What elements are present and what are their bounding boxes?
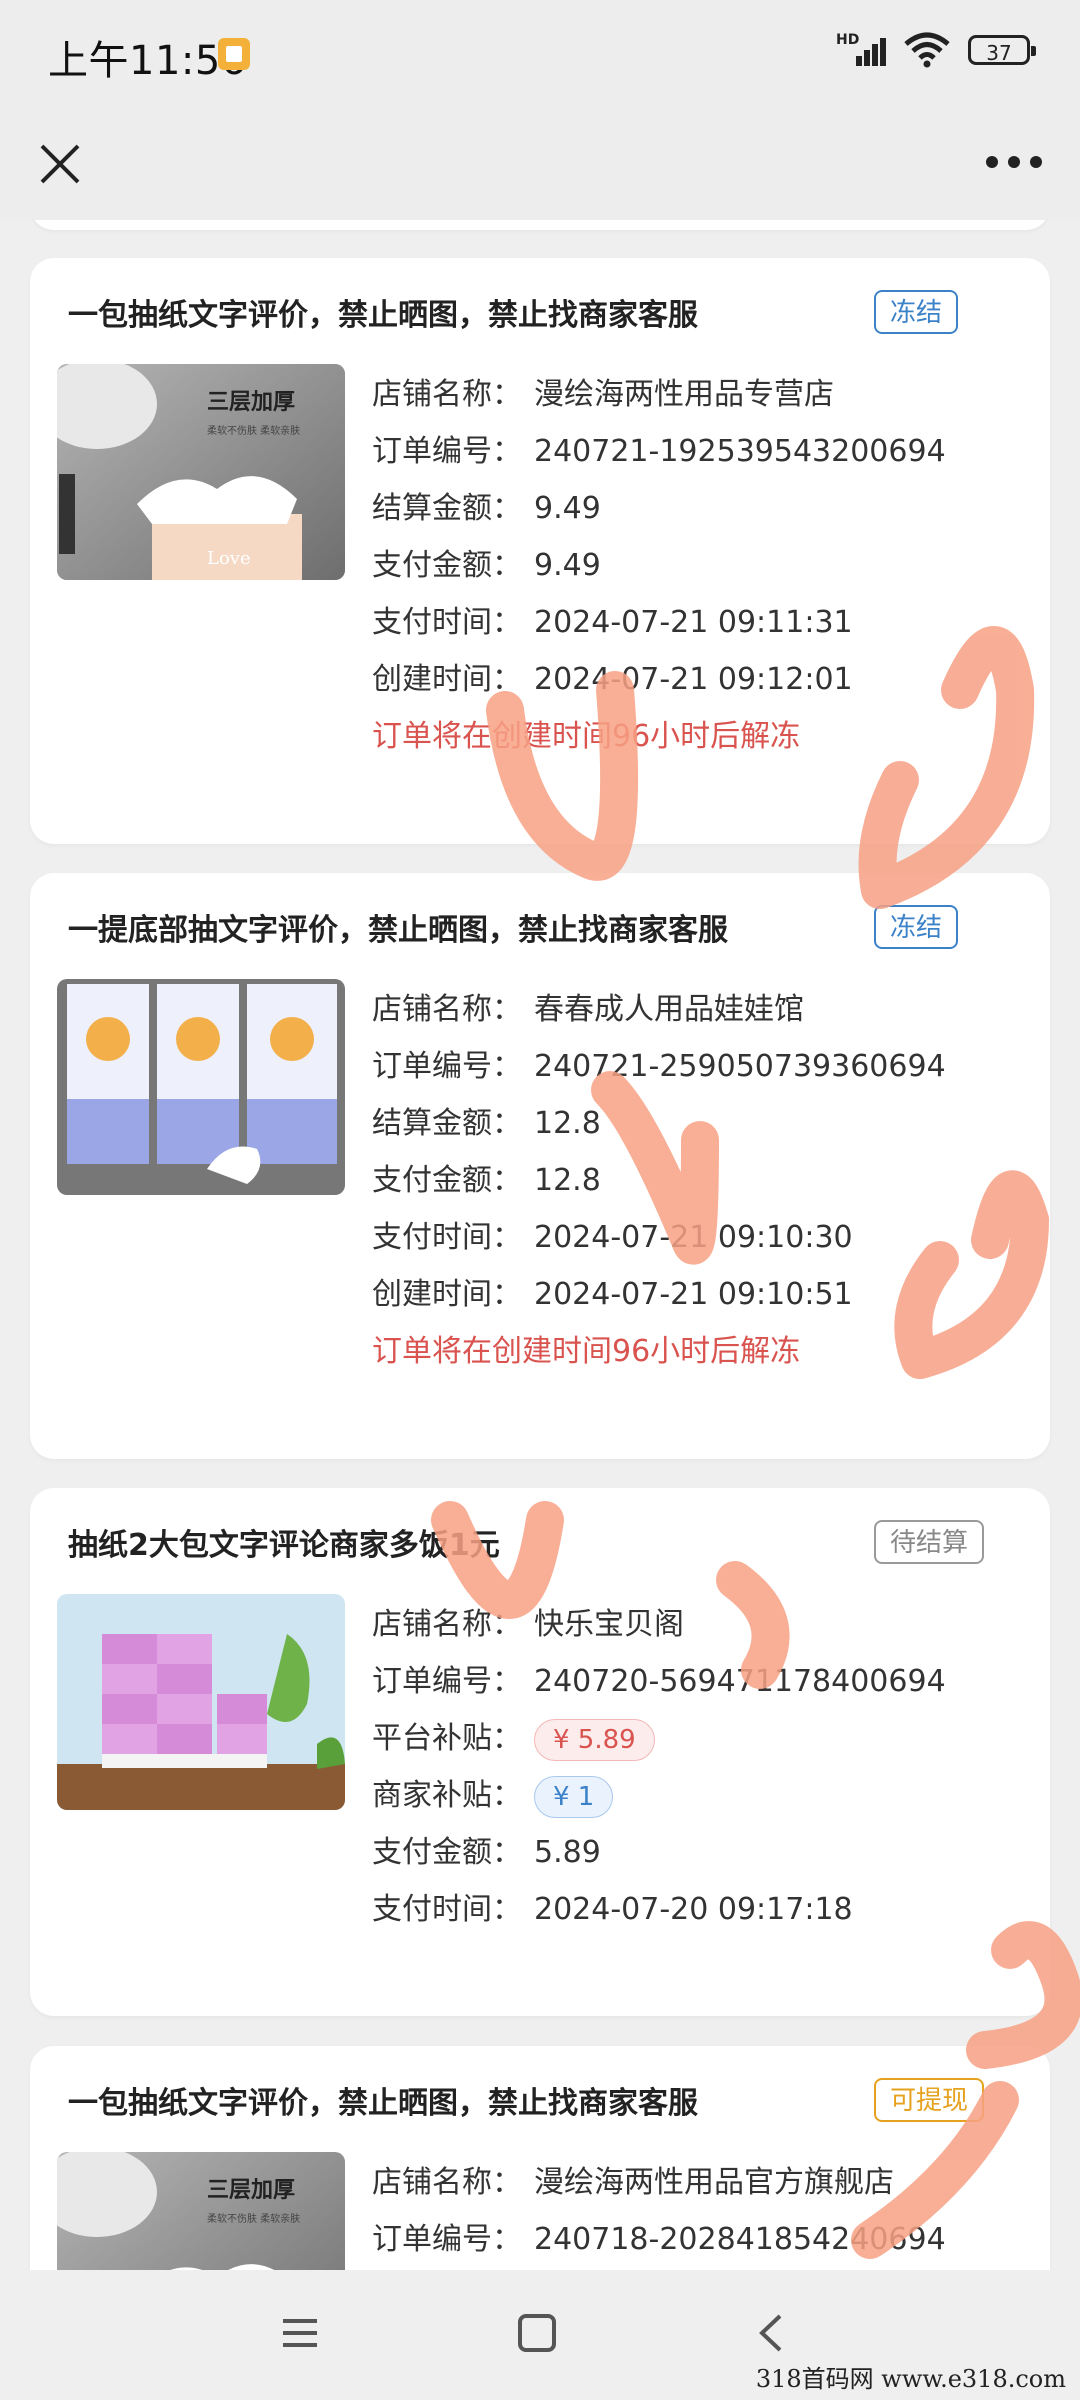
status-badge: 待结算 bbox=[874, 1520, 985, 1564]
order-card[interactable]: 一包抽纸文字评价，禁止晒图，禁止找商家客服 可提现 三层加厚 柔软不伤肤 柔软亲… bbox=[30, 2046, 1050, 2270]
info-row: 支付金额： 12.8 bbox=[372, 1163, 601, 1198]
info-row: 支付时间： 2024-07-21 09:10:30 bbox=[372, 1220, 853, 1255]
home-icon[interactable] bbox=[512, 2308, 562, 2358]
wifi-icon bbox=[904, 32, 950, 68]
order-card[interactable]: 一提底部抽文字评价，禁止晒图，禁止找商家客服 冻结 店铺名称： 春春成人用品娃娃馆… bbox=[30, 873, 1050, 1459]
info-row: 支付金额： 5.89 bbox=[372, 1835, 601, 1870]
order-card[interactable]: 一包抽纸文字评价，禁止晒图，禁止找商家客服 冻结 三层加厚 柔软不伤肤 柔软亲肤… bbox=[30, 258, 1050, 844]
unfreeze-notice: 订单将在创建时间96小时后解冻 bbox=[372, 1334, 801, 1369]
info-row: 订单编号： 240718-202841854240694 bbox=[372, 2222, 946, 2257]
info-row: 支付时间： 2024-07-20 09:17:18 bbox=[372, 1892, 853, 1927]
info-row: 支付时间： 2024-07-21 09:11:31 bbox=[372, 605, 853, 640]
info-row: 结算金额： 9.49 bbox=[372, 491, 601, 526]
info-row: 店铺名称： 快乐宝贝阁 bbox=[372, 1607, 684, 1642]
product-image: 三层加厚 柔软不伤肤 柔软亲肤 Love bbox=[57, 364, 345, 580]
info-row: 店铺名称： 春春成人用品娃娃馆 bbox=[372, 992, 804, 1027]
svg-text:三层加厚: 三层加厚 bbox=[207, 2178, 295, 2203]
info-row: 商家补贴： ¥ 1 bbox=[372, 1767, 946, 1824]
order-info: 店铺名称： 漫绘海两性用品专营店 订单编号： 240721-192539543200… bbox=[372, 366, 946, 765]
order-title: 一包抽纸文字评价，禁止晒图，禁止找商家客服 bbox=[68, 298, 698, 333]
nav-bar bbox=[0, 110, 1080, 220]
info-row: 订单编号： 240721-259050739360694 bbox=[372, 1049, 946, 1084]
info-row: 店铺名称： 漫绘海两性用品官方旗舰店 bbox=[372, 2165, 894, 2200]
platform-subsidy-pill: ¥ 5.89 bbox=[534, 1718, 655, 1761]
status-badge: 可提现 bbox=[874, 2078, 985, 2122]
info-row: 店铺名称： 漫绘海两性用品专营店 bbox=[372, 377, 834, 412]
status-time: 上午11:56 bbox=[48, 38, 247, 84]
more-icon[interactable] bbox=[986, 156, 1042, 168]
info-row: 支付金额： 9.49 bbox=[372, 548, 601, 583]
order-title: 一提底部抽文字评价，禁止晒图，禁止找商家客服 bbox=[68, 913, 728, 948]
info-row: 结算金额： 12.8 bbox=[372, 1106, 601, 1141]
svg-text:柔软不伤肤 柔软亲肤: 柔软不伤肤 柔软亲肤 bbox=[207, 2212, 300, 2225]
site-watermark: 318首码网 www.e318.com bbox=[755, 2365, 1066, 2393]
order-info: 店铺名称： 漫绘海两性用品官方旗舰店 订单编号： 240718-2028418542… bbox=[372, 2154, 946, 2268]
info-row: 订单编号： 240721-192539543200694 bbox=[372, 434, 946, 469]
svg-text:柔软不伤肤 柔软亲肤: 柔软不伤肤 柔软亲肤 bbox=[207, 424, 300, 437]
unfreeze-notice: 订单将在创建时间96小时后解冻 bbox=[372, 719, 801, 754]
info-row: 订单编号： 240720-569471178400694 bbox=[372, 1664, 946, 1699]
previous-card-edge bbox=[30, 220, 1050, 230]
order-list[interactable]: 一包抽纸文字评价，禁止晒图，禁止找商家客服 冻结 三层加厚 柔软不伤肤 柔软亲肤… bbox=[0, 220, 1080, 2270]
battery-icon: 37 bbox=[968, 35, 1036, 65]
back-icon[interactable] bbox=[748, 2308, 798, 2358]
status-badge: 冻结 bbox=[874, 290, 959, 334]
order-title: 一包抽纸文字评价，禁止晒图，禁止找商家客服 bbox=[68, 2086, 698, 2121]
merchant-subsidy-pill: ¥ 1 bbox=[534, 1775, 614, 1818]
info-row: 创建时间： 2024-07-21 09:10:51 bbox=[372, 1277, 853, 1312]
signal-icon: HD bbox=[836, 32, 886, 68]
order-title: 抽纸2大包文字评论商家多饭1元 bbox=[68, 1528, 500, 1563]
status-bar: 上午11:56 HD 37 bbox=[0, 0, 1080, 110]
status-badge: 冻结 bbox=[874, 905, 959, 949]
order-info: 店铺名称： 快乐宝贝阁 订单编号： 240720-569471178400694 平… bbox=[372, 1596, 946, 1938]
svg-text:Love: Love bbox=[207, 548, 251, 569]
menu-icon[interactable] bbox=[275, 2308, 325, 2358]
product-image: 三层加厚 柔软不伤肤 柔软亲肤 bbox=[57, 2152, 345, 2270]
notification-icon bbox=[218, 38, 250, 70]
info-row: 平台补贴： ¥ 5.89 bbox=[372, 1710, 946, 1767]
order-card[interactable]: 抽纸2大包文字评论商家多饭1元 待结算 店铺名称： 快乐宝贝阁 订单编号： 2407… bbox=[30, 1488, 1050, 2016]
close-icon[interactable] bbox=[30, 134, 90, 194]
product-image bbox=[57, 1594, 345, 1810]
svg-text:三层加厚: 三层加厚 bbox=[207, 390, 295, 415]
order-info: 店铺名称： 春春成人用品娃娃馆 订单编号： 240721-2590507393606… bbox=[372, 981, 946, 1380]
info-row: 创建时间： 2024-07-21 09:12:01 bbox=[372, 662, 853, 697]
product-image bbox=[57, 979, 345, 1195]
system-nav-bar: 318首码网 www.e318.com bbox=[0, 2270, 1080, 2400]
